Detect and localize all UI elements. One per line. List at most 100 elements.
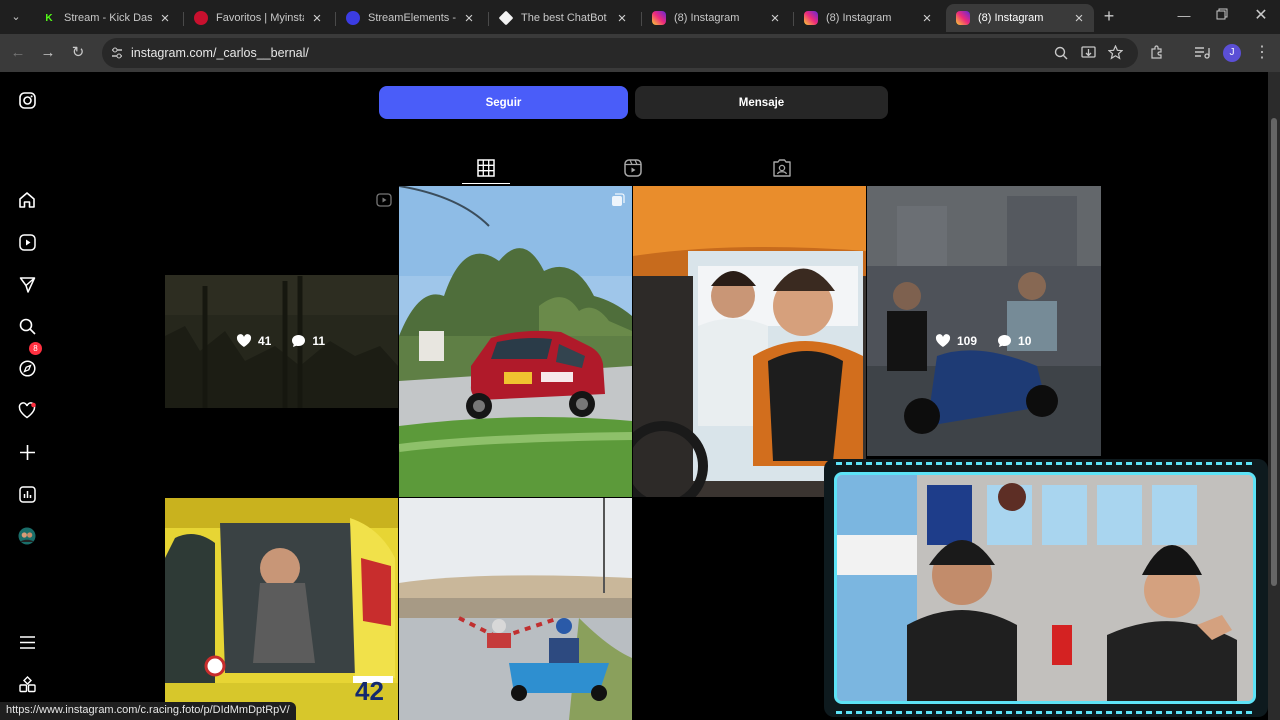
- message-button[interactable]: Mensaje: [635, 86, 888, 119]
- browser-tab-strip: ⌄ KStream - Kick Dashboard×Favoritos | M…: [0, 0, 1280, 34]
- tab-separator: [488, 12, 489, 26]
- likes-count: 41: [258, 334, 272, 348]
- webcam-bottom-border: [836, 711, 1256, 714]
- instagram-icon: [652, 11, 666, 25]
- notifications-heart-icon[interactable]: [16, 399, 38, 421]
- tab-close-icon[interactable]: ×: [158, 10, 172, 27]
- browser-tab-1[interactable]: K Stream - Kick Dashboard ×: [32, 4, 180, 32]
- explore-compass-icon[interactable]: [16, 357, 38, 379]
- back-arrow-icon[interactable]: ←: [8, 43, 28, 63]
- url-text: instagram.com/_carlos__bernal/: [131, 46, 309, 60]
- messages-send-icon[interactable]: [16, 273, 38, 295]
- install-app-icon[interactable]: [1081, 46, 1096, 60]
- browser-tab-5[interactable]: (8) Instagram ×: [642, 4, 790, 32]
- more-menu-icon[interactable]: [16, 631, 38, 653]
- post-tile-4[interactable]: 109 10: [867, 186, 1101, 456]
- home-icon[interactable]: [16, 189, 38, 211]
- extensions-puzzle-icon[interactable]: [1150, 45, 1165, 60]
- post-tile-2[interactable]: [399, 186, 632, 497]
- post-tile-1[interactable]: 41 11: [165, 186, 398, 497]
- zoom-magnifier-icon[interactable]: [1054, 46, 1068, 60]
- profile-avatar-icon[interactable]: [16, 525, 38, 547]
- browser-menu-kebab-icon[interactable]: ⋮: [1252, 43, 1272, 63]
- tab-title: (8) Instagram: [674, 12, 740, 24]
- instagram-sidebar: 8: [0, 72, 55, 720]
- address-bar[interactable]: instagram.com/_carlos__bernal/: [102, 38, 1138, 68]
- rally-plate-number: 42: [355, 676, 384, 706]
- instagram-icon: [804, 11, 818, 25]
- messages-badge: 8: [29, 342, 42, 355]
- post-image-kart-race: [399, 498, 632, 720]
- profile-avatar[interactable]: J: [1223, 44, 1241, 62]
- dashboard-chart-icon[interactable]: [16, 483, 38, 505]
- tab-title: (8) Instagram: [826, 12, 892, 24]
- tab-title: Favoritos | Myinstants: [216, 12, 304, 24]
- chatbot-icon: [498, 10, 514, 26]
- also-from-meta-icon[interactable]: [16, 673, 38, 695]
- tab-separator: [641, 12, 642, 26]
- close-window-icon[interactable]: ✕: [1251, 6, 1271, 26]
- post-tile-3[interactable]: [633, 186, 866, 497]
- post-image-karting-group: [867, 186, 1101, 456]
- tab-separator: [793, 12, 794, 26]
- browser-tab-6[interactable]: (8) Instagram ×: [794, 4, 942, 32]
- myinstants-icon: [194, 11, 208, 25]
- tab-title: (8) Instagram: [978, 12, 1044, 24]
- post-tile-6[interactable]: [399, 498, 632, 720]
- instagram-logo-icon[interactable]: [16, 89, 38, 111]
- tab-close-icon[interactable]: ×: [768, 10, 782, 27]
- site-info-icon[interactable]: [110, 46, 124, 60]
- tab-title: Stream - Kick Dashboard: [64, 12, 152, 24]
- tab-close-icon[interactable]: ×: [1072, 10, 1086, 27]
- browser-tab-2[interactable]: Favoritos | Myinstants ×: [184, 4, 332, 32]
- reload-icon[interactable]: ↻: [68, 43, 88, 63]
- comments-bubble-icon: [998, 335, 1012, 347]
- browser-toolbar: ← → ↻ instagram.com/_carlos__bernal/ J ⋮: [0, 34, 1280, 72]
- reels-icon[interactable]: [16, 231, 38, 253]
- tab-title: StreamElements - Su: [368, 12, 456, 24]
- post-tile-5[interactable]: 42: [165, 498, 398, 720]
- post-image-drivers-in-car: [633, 186, 866, 497]
- posts-grid-tab-icon[interactable]: [476, 158, 496, 178]
- streamelements-icon: [346, 11, 360, 25]
- tab-close-icon[interactable]: ×: [920, 10, 934, 27]
- likes-heart-icon: [935, 334, 951, 347]
- comments-count: 10: [1018, 334, 1032, 348]
- media-controls-icon[interactable]: [1194, 45, 1210, 60]
- create-plus-icon[interactable]: [16, 441, 38, 463]
- instagram-icon: [956, 11, 970, 25]
- comments-count: 11: [312, 334, 326, 348]
- comments-bubble-icon: [292, 335, 306, 347]
- post-4-stats: 109 10: [935, 334, 1031, 348]
- reels-tab-icon[interactable]: [623, 158, 643, 178]
- minimize-window-icon[interactable]: —: [1174, 6, 1194, 26]
- likes-heart-icon: [236, 334, 252, 347]
- webcam-top-border: [836, 462, 1256, 465]
- bookmark-star-icon[interactable]: [1108, 45, 1123, 60]
- tab-separator: [335, 12, 336, 26]
- tagged-tab-icon[interactable]: [772, 158, 792, 178]
- tab-separator: [183, 12, 184, 26]
- restore-window-icon[interactable]: [1212, 6, 1232, 26]
- carousel-badge-icon: [612, 193, 625, 206]
- forward-arrow-icon[interactable]: →: [38, 43, 58, 63]
- link-hover-status: https://www.instagram.com/c.racing.foto/…: [0, 702, 296, 720]
- tab-title: The best ChatBot and: [521, 12, 609, 24]
- tab-search-chevron-icon[interactable]: ⌄: [6, 7, 26, 27]
- post-1-stats: 41 11: [236, 334, 325, 348]
- active-tab-indicator: [462, 183, 510, 184]
- webcam-feed: [834, 472, 1256, 704]
- browser-tab-4[interactable]: The best ChatBot and ×: [489, 4, 637, 32]
- browser-tab-3[interactable]: StreamElements - Su ×: [336, 4, 484, 32]
- tab-close-icon[interactable]: ×: [310, 10, 324, 27]
- reel-badge-icon: [376, 193, 392, 207]
- tab-close-icon[interactable]: ×: [462, 10, 476, 27]
- post-image-rally-car: [399, 186, 632, 497]
- page-scrollbar-thumb[interactable]: [1271, 118, 1277, 586]
- follow-button[interactable]: Seguir: [379, 86, 628, 119]
- new-tab-plus-icon[interactable]: +: [1099, 6, 1119, 26]
- tab-close-icon[interactable]: ×: [615, 10, 629, 27]
- browser-tab-7[interactable]: (8) Instagram ×: [946, 4, 1094, 32]
- webcam-streamers-image: [837, 475, 1253, 701]
- search-icon[interactable]: [16, 315, 38, 337]
